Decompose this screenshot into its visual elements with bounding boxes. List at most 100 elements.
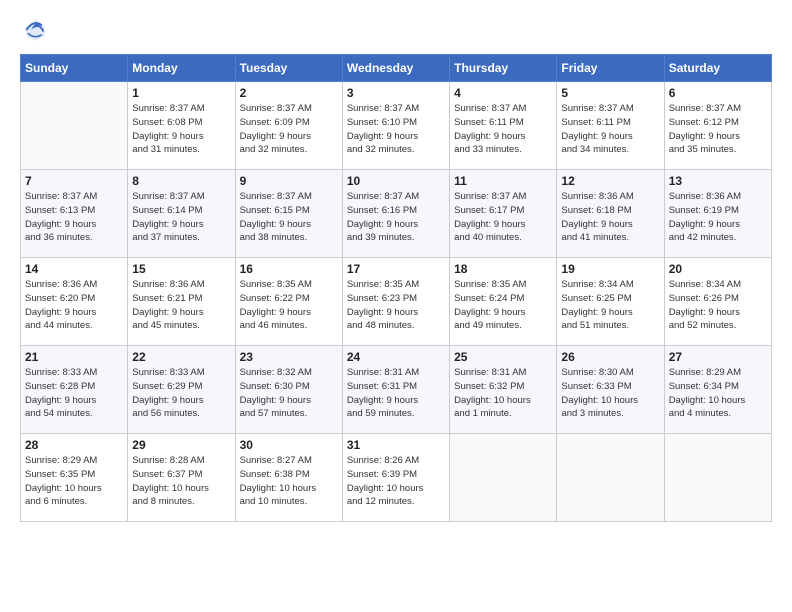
day-number: 27 xyxy=(669,350,767,364)
day-info: Sunrise: 8:35 AMSunset: 6:22 PMDaylight:… xyxy=(240,278,338,333)
day-info: Sunrise: 8:29 AMSunset: 6:34 PMDaylight:… xyxy=(669,366,767,421)
calendar-cell: 31 Sunrise: 8:26 AMSunset: 6:39 PMDayligh… xyxy=(342,434,449,522)
day-number: 30 xyxy=(240,438,338,452)
day-number: 11 xyxy=(454,174,552,188)
day-info: Sunrise: 8:36 AMSunset: 6:18 PMDaylight:… xyxy=(561,190,659,245)
calendar-cell: 14 Sunrise: 8:36 AMSunset: 6:20 PMDayligh… xyxy=(21,258,128,346)
calendar-cell: 22 Sunrise: 8:33 AMSunset: 6:29 PMDayligh… xyxy=(128,346,235,434)
day-number: 15 xyxy=(132,262,230,276)
day-info: Sunrise: 8:28 AMSunset: 6:37 PMDaylight:… xyxy=(132,454,230,509)
day-number: 25 xyxy=(454,350,552,364)
day-info: Sunrise: 8:32 AMSunset: 6:30 PMDaylight:… xyxy=(240,366,338,421)
day-info: Sunrise: 8:33 AMSunset: 6:28 PMDaylight:… xyxy=(25,366,123,421)
calendar-header: SundayMondayTuesdayWednesdayThursdayFrid… xyxy=(21,55,772,82)
weekday-header-saturday: Saturday xyxy=(664,55,771,82)
calendar-cell: 29 Sunrise: 8:28 AMSunset: 6:37 PMDayligh… xyxy=(128,434,235,522)
calendar-week-row: 14 Sunrise: 8:36 AMSunset: 6:20 PMDayligh… xyxy=(21,258,772,346)
calendar-cell: 20 Sunrise: 8:34 AMSunset: 6:26 PMDayligh… xyxy=(664,258,771,346)
day-number: 18 xyxy=(454,262,552,276)
calendar-body: 1Sunrise: 8:37 AMSunset: 6:08 PMDaylight… xyxy=(21,82,772,522)
day-info: Sunrise: 8:36 AMSunset: 6:20 PMDaylight:… xyxy=(25,278,123,333)
day-info: Sunrise: 8:36 AMSunset: 6:21 PMDaylight:… xyxy=(132,278,230,333)
day-info: Sunrise: 8:26 AMSunset: 6:39 PMDaylight:… xyxy=(347,454,445,509)
calendar-cell: 7 Sunrise: 8:37 AMSunset: 6:13 PMDaylight… xyxy=(21,170,128,258)
calendar-cell: 17 Sunrise: 8:35 AMSunset: 6:23 PMDayligh… xyxy=(342,258,449,346)
day-info: Sunrise: 8:37 AMSunset: 6:09 PMDaylight:… xyxy=(240,102,338,157)
day-info: Sunrise: 8:37 AMSunset: 6:13 PMDaylight:… xyxy=(25,190,123,245)
day-info: Sunrise: 8:30 AMSunset: 6:33 PMDaylight:… xyxy=(561,366,659,421)
calendar-week-row: 7 Sunrise: 8:37 AMSunset: 6:13 PMDaylight… xyxy=(21,170,772,258)
calendar-cell: 25 Sunrise: 8:31 AMSunset: 6:32 PMDayligh… xyxy=(450,346,557,434)
day-info: Sunrise: 8:31 AMSunset: 6:31 PMDaylight:… xyxy=(347,366,445,421)
day-number: 31 xyxy=(347,438,445,452)
day-info: Sunrise: 8:31 AMSunset: 6:32 PMDaylight:… xyxy=(454,366,552,421)
calendar-cell: 30 Sunrise: 8:27 AMSunset: 6:38 PMDayligh… xyxy=(235,434,342,522)
day-info: Sunrise: 8:35 AMSunset: 6:24 PMDaylight:… xyxy=(454,278,552,333)
logo-icon xyxy=(20,16,48,44)
page-header xyxy=(20,16,772,44)
day-number: 20 xyxy=(669,262,767,276)
day-number: 13 xyxy=(669,174,767,188)
day-number: 3 xyxy=(347,86,445,100)
day-number: 17 xyxy=(347,262,445,276)
day-info: Sunrise: 8:35 AMSunset: 6:23 PMDaylight:… xyxy=(347,278,445,333)
weekday-header-tuesday: Tuesday xyxy=(235,55,342,82)
day-number: 4 xyxy=(454,86,552,100)
day-number: 9 xyxy=(240,174,338,188)
day-info: Sunrise: 8:37 AMSunset: 6:10 PMDaylight:… xyxy=(347,102,445,157)
calendar-cell: 2 Sunrise: 8:37 AMSunset: 6:09 PMDaylight… xyxy=(235,82,342,170)
weekday-header-friday: Friday xyxy=(557,55,664,82)
day-info: Sunrise: 8:37 AMSunset: 6:16 PMDaylight:… xyxy=(347,190,445,245)
calendar-cell: 5 Sunrise: 8:37 AMSunset: 6:11 PMDaylight… xyxy=(557,82,664,170)
day-info: Sunrise: 8:37 AMSunset: 6:17 PMDaylight:… xyxy=(454,190,552,245)
weekday-header-sunday: Sunday xyxy=(21,55,128,82)
day-number: 21 xyxy=(25,350,123,364)
weekday-header-wednesday: Wednesday xyxy=(342,55,449,82)
day-number: 22 xyxy=(132,350,230,364)
calendar-table: SundayMondayTuesdayWednesdayThursdayFrid… xyxy=(20,54,772,522)
calendar-cell: 26Sunrise: 8:30 AMSunset: 6:33 PMDayligh… xyxy=(557,346,664,434)
day-number: 14 xyxy=(25,262,123,276)
calendar-cell: 18 Sunrise: 8:35 AMSunset: 6:24 PMDayligh… xyxy=(450,258,557,346)
calendar-cell: 24 Sunrise: 8:31 AMSunset: 6:31 PMDayligh… xyxy=(342,346,449,434)
calendar-cell: 1Sunrise: 8:37 AMSunset: 6:08 PMDaylight… xyxy=(128,82,235,170)
calendar-cell: 9 Sunrise: 8:37 AMSunset: 6:15 PMDaylight… xyxy=(235,170,342,258)
day-number: 23 xyxy=(240,350,338,364)
day-info: Sunrise: 8:37 AMSunset: 6:11 PMDaylight:… xyxy=(454,102,552,157)
day-number: 8 xyxy=(132,174,230,188)
calendar-cell: 10Sunrise: 8:37 AMSunset: 6:16 PMDayligh… xyxy=(342,170,449,258)
day-info: Sunrise: 8:37 AMSunset: 6:15 PMDaylight:… xyxy=(240,190,338,245)
calendar-week-row: 1Sunrise: 8:37 AMSunset: 6:08 PMDaylight… xyxy=(21,82,772,170)
calendar-cell: 23 Sunrise: 8:32 AMSunset: 6:30 PMDayligh… xyxy=(235,346,342,434)
calendar-cell: 4 Sunrise: 8:37 AMSunset: 6:11 PMDaylight… xyxy=(450,82,557,170)
day-info: Sunrise: 8:34 AMSunset: 6:26 PMDaylight:… xyxy=(669,278,767,333)
day-number: 2 xyxy=(240,86,338,100)
calendar-cell: 21 Sunrise: 8:33 AMSunset: 6:28 PMDayligh… xyxy=(21,346,128,434)
day-info: Sunrise: 8:37 AMSunset: 6:12 PMDaylight:… xyxy=(669,102,767,157)
calendar-cell: 19 Sunrise: 8:34 AMSunset: 6:25 PMDayligh… xyxy=(557,258,664,346)
calendar-cell xyxy=(450,434,557,522)
day-info: Sunrise: 8:36 AMSunset: 6:19 PMDaylight:… xyxy=(669,190,767,245)
day-info: Sunrise: 8:37 AMSunset: 6:14 PMDaylight:… xyxy=(132,190,230,245)
day-info: Sunrise: 8:33 AMSunset: 6:29 PMDaylight:… xyxy=(132,366,230,421)
calendar-cell: 3 Sunrise: 8:37 AMSunset: 6:10 PMDaylight… xyxy=(342,82,449,170)
calendar-cell: 11 Sunrise: 8:37 AMSunset: 6:17 PMDayligh… xyxy=(450,170,557,258)
day-number: 7 xyxy=(25,174,123,188)
calendar-week-row: 28 Sunrise: 8:29 AMSunset: 6:35 PMDayligh… xyxy=(21,434,772,522)
day-number: 1 xyxy=(132,86,230,100)
day-number: 29 xyxy=(132,438,230,452)
day-number: 5 xyxy=(561,86,659,100)
calendar-cell: 6Sunrise: 8:37 AMSunset: 6:12 PMDaylight… xyxy=(664,82,771,170)
day-number: 19 xyxy=(561,262,659,276)
day-info: Sunrise: 8:29 AMSunset: 6:35 PMDaylight:… xyxy=(25,454,123,509)
calendar-cell: 27 Sunrise: 8:29 AMSunset: 6:34 PMDayligh… xyxy=(664,346,771,434)
calendar-cell xyxy=(557,434,664,522)
day-number: 28 xyxy=(25,438,123,452)
calendar-cell: 28 Sunrise: 8:29 AMSunset: 6:35 PMDayligh… xyxy=(21,434,128,522)
day-info: Sunrise: 8:27 AMSunset: 6:38 PMDaylight:… xyxy=(240,454,338,509)
calendar-cell: 13 Sunrise: 8:36 AMSunset: 6:19 PMDayligh… xyxy=(664,170,771,258)
day-number: 24 xyxy=(347,350,445,364)
day-info: Sunrise: 8:34 AMSunset: 6:25 PMDaylight:… xyxy=(561,278,659,333)
calendar-cell xyxy=(21,82,128,170)
day-info: Sunrise: 8:37 AMSunset: 6:11 PMDaylight:… xyxy=(561,102,659,157)
